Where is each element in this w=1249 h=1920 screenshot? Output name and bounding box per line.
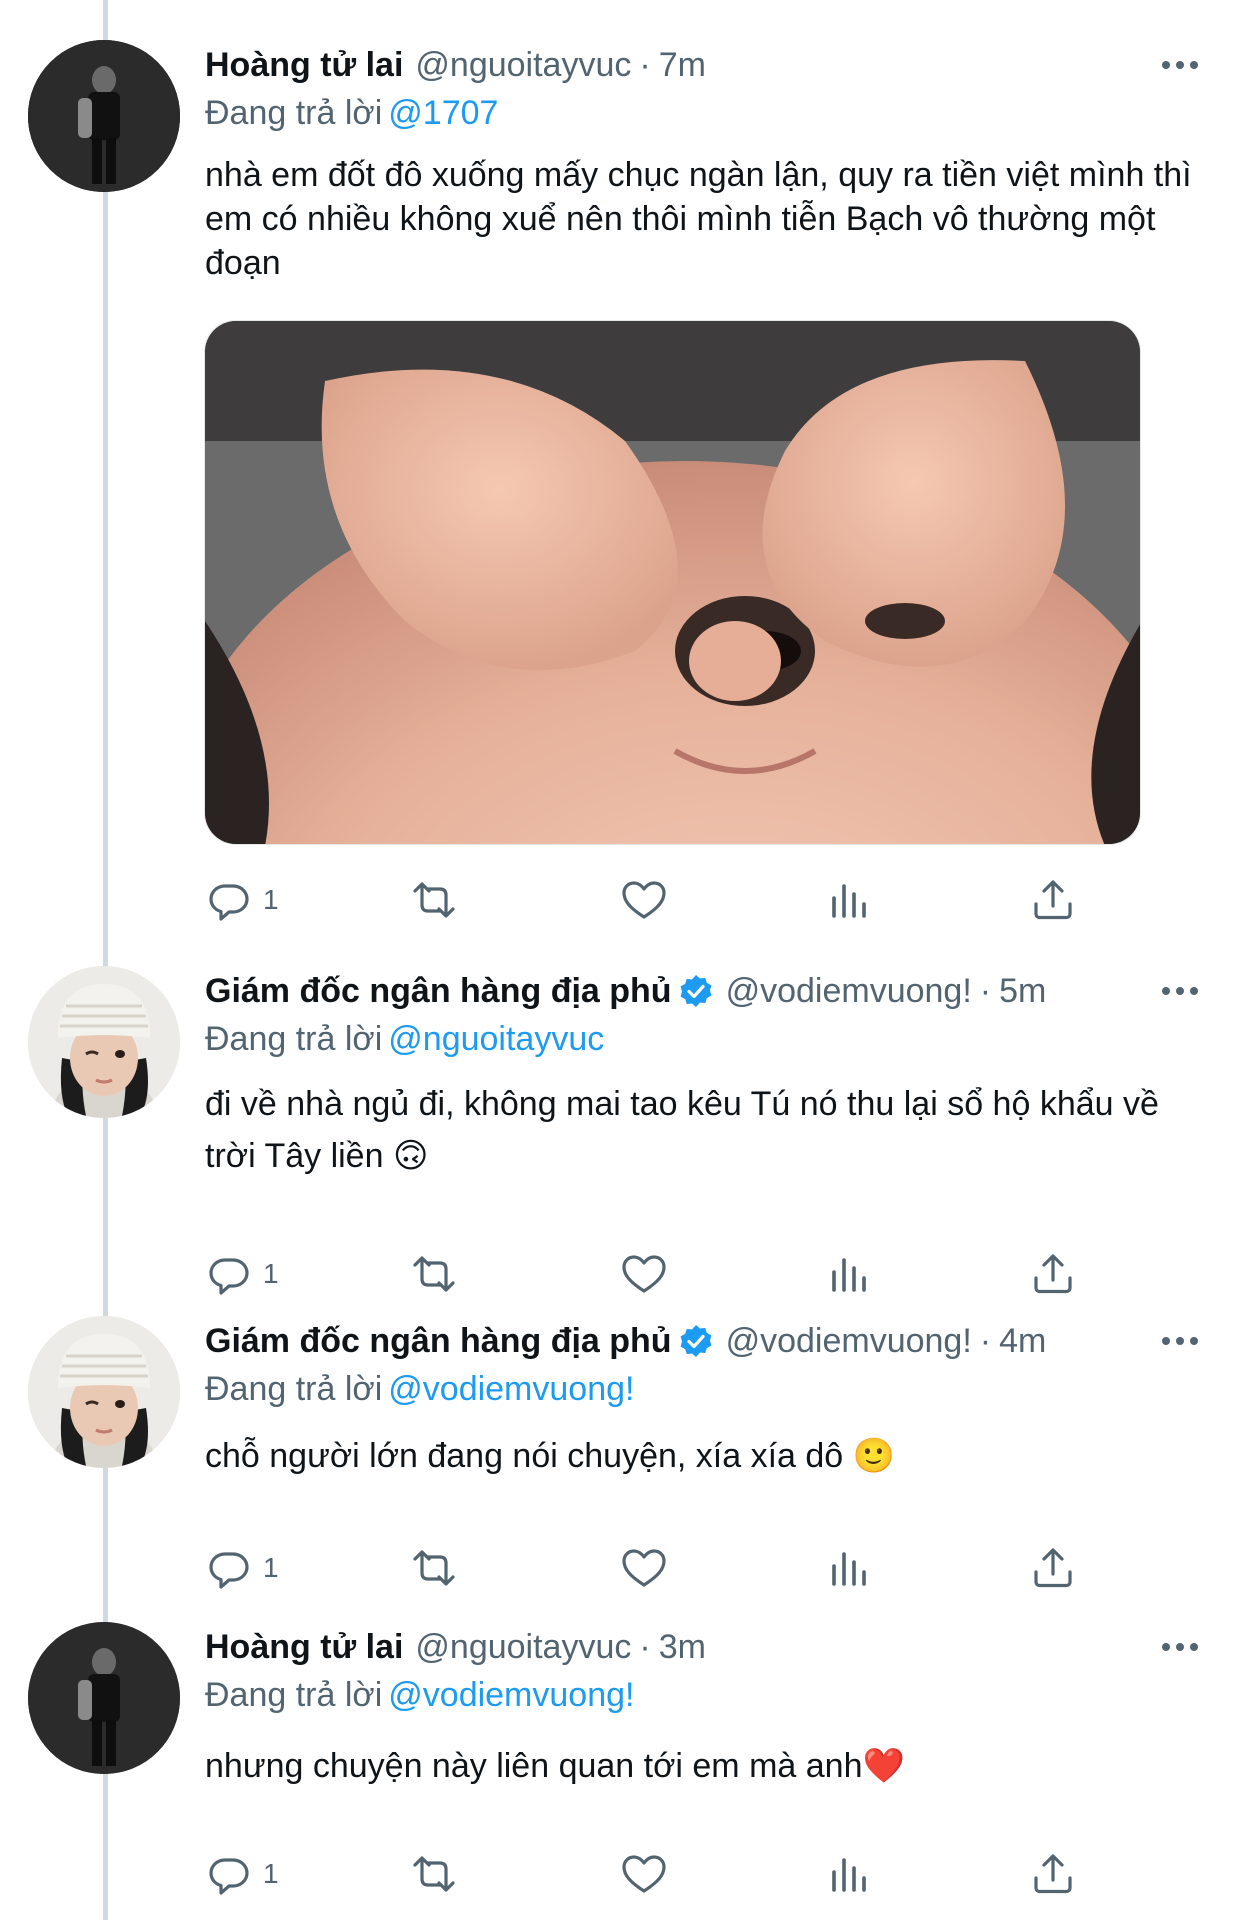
reply-button[interactable]: 1 xyxy=(205,1244,279,1304)
tweet-actions: 1 xyxy=(205,1244,1105,1304)
separator-dot: · xyxy=(979,972,992,1010)
separator-dot: · xyxy=(639,46,651,84)
avatar-beanie-person-icon[interactable] xyxy=(28,1316,180,1468)
reply-prefix: Đang trả lời xyxy=(205,1370,383,1408)
tweet-text: chỗ người lớn đang nói chuyện, xía xía d… xyxy=(205,1437,895,1475)
reply-context: Đang trả lời @nguoitayvuc xyxy=(205,1014,604,1064)
reply-mention-link[interactable]: @vodiemvuong! xyxy=(388,1676,634,1714)
tweet-header: Hoàng tử lai @nguoitayvuc · 7m xyxy=(205,40,706,90)
like-icon xyxy=(622,1255,666,1293)
timestamp[interactable]: 3m xyxy=(659,1622,706,1672)
views-button[interactable] xyxy=(825,1844,873,1904)
share-button[interactable] xyxy=(1029,1844,1077,1904)
share-button[interactable] xyxy=(1029,870,1077,930)
avatar-dark-figure-icon[interactable] xyxy=(28,40,180,192)
share-icon xyxy=(1034,1854,1072,1894)
views-button[interactable] xyxy=(825,1538,873,1598)
tweet-text: đi về nhà ngủ đi, không mai tao kêu Tú n… xyxy=(205,1085,1159,1175)
share-icon xyxy=(1034,880,1072,920)
timestamp[interactable]: 4m xyxy=(999,1316,1046,1366)
tweet-actions: 1 xyxy=(205,1844,1105,1904)
share-icon xyxy=(1034,1254,1072,1294)
like-button[interactable] xyxy=(620,1538,668,1598)
tweet-media-image[interactable] xyxy=(204,320,1141,845)
like-button[interactable] xyxy=(620,1244,668,1304)
reply-icon xyxy=(209,884,249,921)
reply-context: Đang trả lời @vodiemvuong! xyxy=(205,1670,634,1720)
more-icon[interactable] xyxy=(1155,1622,1205,1672)
reply-icon xyxy=(209,1858,249,1895)
views-icon xyxy=(832,884,866,918)
reply-button[interactable]: 1 xyxy=(205,870,279,930)
author-handle[interactable]: @nguoitayvuc xyxy=(415,1622,631,1672)
separator-dot: · xyxy=(639,1628,651,1666)
tweet-actions: 1 xyxy=(205,870,1105,930)
share-button[interactable] xyxy=(1029,1244,1077,1304)
reply-prefix: Đang trả lời xyxy=(205,1676,383,1714)
more-icon[interactable] xyxy=(1155,1316,1205,1366)
views-button[interactable] xyxy=(825,870,873,930)
separator-dot: · xyxy=(979,1322,992,1360)
more-icon[interactable] xyxy=(1155,40,1205,90)
reply-count: 1 xyxy=(263,1552,279,1583)
views-icon xyxy=(832,1552,866,1586)
author-name[interactable]: Hoàng tử lai xyxy=(205,1622,403,1672)
reply-count: 1 xyxy=(263,884,279,915)
verified-badge-icon xyxy=(678,973,714,1009)
author-name[interactable]: Giám đốc ngân hàng địa phủ xyxy=(205,966,672,1016)
reply-prefix: Đang trả lời xyxy=(205,94,383,132)
reply-count: 1 xyxy=(263,1858,279,1889)
reply-icon xyxy=(209,1258,249,1295)
retweet-icon xyxy=(413,1256,455,1292)
like-icon xyxy=(622,881,666,919)
retweet-icon xyxy=(413,1856,455,1892)
reply-count: 1 xyxy=(263,1258,279,1289)
retweet-button[interactable] xyxy=(410,1244,458,1304)
avatar-dark-figure-icon[interactable] xyxy=(28,1622,180,1774)
share-icon xyxy=(1034,1548,1072,1588)
reply-context: Đang trả lời @vodiemvuong! xyxy=(205,1364,634,1414)
tweet-header: Giám đốc ngân hàng địa phủ @vodiemvuong!… xyxy=(205,966,1046,1016)
like-icon xyxy=(622,1855,666,1893)
reply-context: Đang trả lời @1707 xyxy=(205,88,498,138)
reply-mention-link[interactable]: @1707 xyxy=(388,94,498,132)
timestamp[interactable]: 5m xyxy=(999,966,1046,1016)
tweet-header: Giám đốc ngân hàng địa phủ @vodiemvuong!… xyxy=(205,1316,1046,1366)
tweet-actions: 1 xyxy=(205,1538,1105,1598)
author-handle[interactable]: @nguoitayvuc xyxy=(415,40,631,90)
like-icon xyxy=(622,1549,666,1587)
reply-icon xyxy=(209,1552,249,1589)
views-icon xyxy=(832,1258,866,1292)
reply-prefix: Đang trả lời xyxy=(205,1020,383,1058)
author-handle[interactable]: @vodiemvuong! xyxy=(726,966,972,1016)
tweet-text: nhà em đốt đô xuống mấy chục ngàn lận, q… xyxy=(205,156,1192,282)
tweet-text: nhưng chuyện này liên quan tới em mà anh… xyxy=(205,1747,905,1785)
like-button[interactable] xyxy=(620,870,668,930)
author-handle[interactable]: @vodiemvuong! xyxy=(726,1316,972,1366)
timestamp[interactable]: 7m xyxy=(659,40,706,90)
author-name[interactable]: Hoàng tử lai xyxy=(205,40,403,90)
reply-mention-link[interactable]: @nguoitayvuc xyxy=(388,1020,604,1058)
retweet-icon xyxy=(413,1550,455,1586)
reply-button[interactable]: 1 xyxy=(205,1844,279,1904)
author-name[interactable]: Giám đốc ngân hàng địa phủ xyxy=(205,1316,672,1366)
reply-button[interactable]: 1 xyxy=(205,1538,279,1598)
views-button[interactable] xyxy=(825,1244,873,1304)
tweet-header: Hoàng tử lai @nguoitayvuc · 3m xyxy=(205,1622,706,1672)
share-button[interactable] xyxy=(1029,1538,1077,1598)
reply-mention-link[interactable]: @vodiemvuong! xyxy=(388,1370,634,1408)
retweet-button[interactable] xyxy=(410,1538,458,1598)
retweet-button[interactable] xyxy=(410,1844,458,1904)
more-icon[interactable] xyxy=(1155,966,1205,1016)
views-icon xyxy=(832,1858,866,1892)
like-button[interactable] xyxy=(620,1844,668,1904)
retweet-button[interactable] xyxy=(410,870,458,930)
avatar-beanie-person-icon[interactable] xyxy=(28,966,180,1118)
retweet-icon xyxy=(413,882,455,918)
verified-badge-icon xyxy=(678,1323,714,1359)
